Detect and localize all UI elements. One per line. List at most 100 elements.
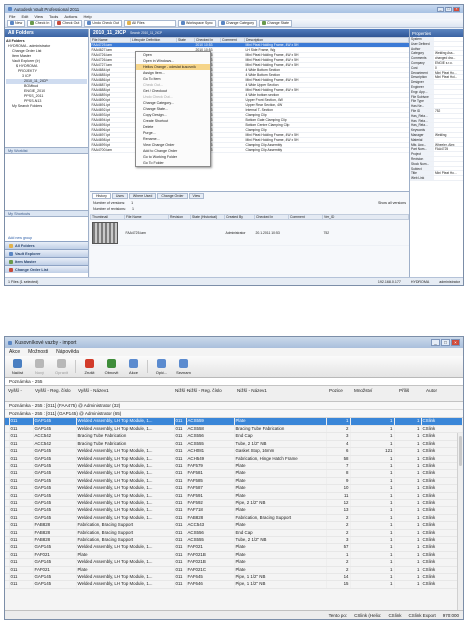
bom-cell: 011: [9, 499, 34, 508]
bom-row[interactable]: 011 GAP145 Welded Assembly, LH Top Module,…: [5, 558, 463, 567]
bom-row[interactable]: 011 GAP145 Welded Assembly, LH Top Module,…: [5, 469, 463, 478]
bom-row[interactable]: 011 ACC542 Bracing Tube Fabrication 011 ACS5…: [5, 440, 463, 449]
tab-view[interactable]: View: [188, 193, 205, 199]
close-button[interactable]: ×: [453, 6, 460, 12]
bom-row[interactable]: 011 FAB828 Fabrication, Bracing Support 011…: [5, 536, 463, 545]
bom-cell: 011: [9, 529, 34, 538]
property-value: [434, 162, 463, 166]
tab-history[interactable]: History: [92, 193, 111, 199]
my-shortcuts-section[interactable]: My Shortcuts: [5, 210, 88, 217]
bom-row[interactable]: 011 GAP145 Welded Assembly, LH Top Module,…: [5, 418, 463, 426]
menu-tools[interactable]: Tools: [49, 14, 58, 19]
bom-cell: Plate: [234, 566, 327, 575]
hdr-nizsi-nazev[interactable]: Nižší - Název1: [237, 388, 267, 393]
minimize-button[interactable]: _: [431, 339, 440, 346]
hdr-vyssi-reg[interactable]: Vyšší - Reg. číslo: [35, 388, 71, 393]
check-in-button[interactable]: Check In: [27, 19, 53, 27]
bom-row[interactable]: 011 GAP145 Welded Assembly, LH Top Module,…: [5, 580, 463, 589]
bom-row[interactable]: 011 GAP145 Welded Assembly, LH Top Module,…: [5, 492, 463, 500]
toolbar-button-6[interactable]: Opić...: [152, 358, 171, 376]
change-state-button[interactable]: Change State: [259, 19, 293, 27]
tab-uses[interactable]: Uses: [111, 193, 128, 199]
hdr-vyssi-nazev[interactable]: Vyšší - Název1: [78, 388, 109, 393]
menu-help[interactable]: Help: [83, 14, 91, 19]
check-out-button[interactable]: Check Out: [54, 19, 83, 27]
nav-vault-explorer-button[interactable]: Vault Explorer: [5, 249, 88, 257]
hdr-prilis[interactable]: Příliš: [399, 388, 409, 393]
bom-cell: 4: [326, 440, 351, 449]
my-worklist-section[interactable]: My Worklist: [5, 147, 88, 154]
bom-row[interactable]: 011 GAP145 Welded Assembly, LH Top Module,…: [5, 462, 463, 471]
close-button[interactable]: ×: [451, 339, 460, 346]
bom-cell: 011: [174, 529, 187, 538]
nav-item-master-button[interactable]: Item Master: [5, 257, 88, 265]
bom-row[interactable]: 011 FAF021 Plate 011 FAF021B Plate 1 1 1 CSlink: [5, 551, 463, 560]
menu-moznosti[interactable]: Možnosti: [28, 349, 48, 355]
bom-row[interactable]: 011 FAB828 Fabrication, Bracing Support 011…: [5, 529, 463, 538]
bom-row[interactable]: 011 GAP145 Welded Assembly, LH Top Module,…: [5, 499, 463, 508]
toolbar-button-7[interactable]: Seznam: [174, 358, 193, 376]
bom-row[interactable]: 011 GAP145 Welded Assembly, LH Top Module,…: [5, 506, 463, 515]
property-name: Has Ne...: [410, 104, 434, 108]
toolbar-button-5[interactable]: Akce: [124, 358, 143, 376]
tab-change-order[interactable]: Change Order: [157, 193, 188, 199]
menu-edit[interactable]: Edit: [21, 14, 28, 19]
bom-row[interactable]: 011 GAP145 Welded Assembly, LH Top Module,…: [5, 543, 463, 552]
hdr-nizsi-reg[interactable]: Nižší - Reg. číslo: [187, 388, 222, 393]
tab-where-used[interactable]: Where Used: [128, 193, 157, 199]
toolbar-button-1[interactable]: Nový: [30, 358, 49, 376]
context-menu-item[interactable]: Go To Folder: [136, 160, 210, 166]
properties-pane: Properties System User Defined Author Categ…: [409, 29, 463, 277]
bom-row[interactable]: 011 ACC542 Bracing Tube Fabrication 011 ACS5…: [5, 432, 463, 441]
menu-view[interactable]: View: [34, 14, 43, 19]
tree-item[interactable]: My Search Folders: [6, 104, 87, 109]
change-category-button[interactable]: Change Category: [217, 19, 258, 27]
maximize-button[interactable]: □: [445, 6, 452, 12]
hdr-vyssi[interactable]: Vyšší -: [8, 388, 22, 393]
group-header[interactable]: Poznámka - 255 : [011] (GAP145) @ Admini…: [5, 410, 463, 418]
workspace-sync-button[interactable]: Workspace Sync: [177, 19, 216, 27]
bom-row[interactable]: 011 GAP145 Welded Assembly, LH Top Module,…: [5, 573, 463, 582]
minimize-button[interactable]: _: [437, 6, 444, 12]
bom-cell: 1: [394, 580, 422, 589]
toolbar-button-3[interactable]: Zrušit: [80, 358, 99, 376]
undo-check-out-button[interactable]: Undo Check Out: [84, 19, 122, 27]
bom-cell: 1: [394, 521, 422, 530]
bom-row[interactable]: 011 GAP145 Welded Assembly, LH Top Module,…: [5, 447, 463, 456]
menu-file[interactable]: File: [9, 14, 15, 19]
nav-change-order-button[interactable]: Change Order List: [5, 265, 88, 273]
bom-row[interactable]: 011 GAP145 Welded Assembly, LH Top Module,…: [5, 484, 463, 493]
hdr-pozice[interactable]: Pozice: [329, 388, 343, 393]
property-row[interactable]: Web Link: [410, 176, 463, 181]
vault-toolbar: New Check In Check Out Undo Check Out Al…: [5, 19, 463, 28]
toolbar-button-2[interactable]: Opravit: [52, 358, 71, 376]
history-row[interactable]: FAA4725.iam Administrator 20.1.2011 10:5…: [90, 219, 409, 246]
property-value: Mini Pleat Ho...: [435, 70, 457, 75]
scrollbar-thumb[interactable]: [459, 436, 462, 466]
nav-all-folders-button[interactable]: All Folders: [5, 241, 88, 249]
show-all-versions-checkbox[interactable]: Show all versions: [378, 201, 406, 205]
bom-cell: 1: [394, 492, 422, 500]
folder-filter-select[interactable]: All Files: [123, 19, 176, 27]
menu-actions[interactable]: Actions: [64, 14, 77, 19]
bom-row[interactable]: 011 FAF021 Plate 011 FAF021C Plate 2 1 1 CSlink: [5, 566, 463, 575]
toolbar-button-4[interactable]: Obnovit: [102, 358, 121, 376]
bom-cell: ACC542: [33, 432, 77, 441]
vertical-scrollbar[interactable]: [457, 433, 463, 610]
bom-cell: 011: [9, 551, 34, 560]
bom-row[interactable]: 011 GAP145 Welded Assembly, LH Top Module,…: [5, 514, 463, 523]
bom-row[interactable]: 011 GAP145 Welded Assembly, LH Top Module,…: [5, 477, 463, 486]
hdr-autor[interactable]: Autor: [426, 388, 437, 393]
bom-row[interactable]: 011 GAP145 Welded Assembly, LH Top Module,…: [5, 455, 463, 463]
menu-napoveda[interactable]: Nápověda: [56, 349, 79, 355]
bom-cell: 011: [9, 432, 34, 441]
import-menu-bar: Akce Možnosti Nápověda: [5, 348, 463, 356]
toolbar-button-0[interactable]: Načíst: [8, 358, 27, 376]
bom-row[interactable]: 011 FAB828 Fabrication, Bracing Support 011…: [5, 521, 463, 530]
bom-row[interactable]: 011 GAP145 Welded Assembly, LH Top Module,…: [5, 425, 463, 434]
hdr-mnozstvi[interactable]: Množství: [354, 388, 372, 393]
new-button[interactable]: New: [7, 19, 26, 27]
group-header[interactable]: Poznámka - 255 : [011] (FAA475) @ Admini…: [5, 402, 463, 410]
menu-akce[interactable]: Akce: [9, 349, 20, 355]
maximize-button[interactable]: □: [441, 339, 450, 346]
